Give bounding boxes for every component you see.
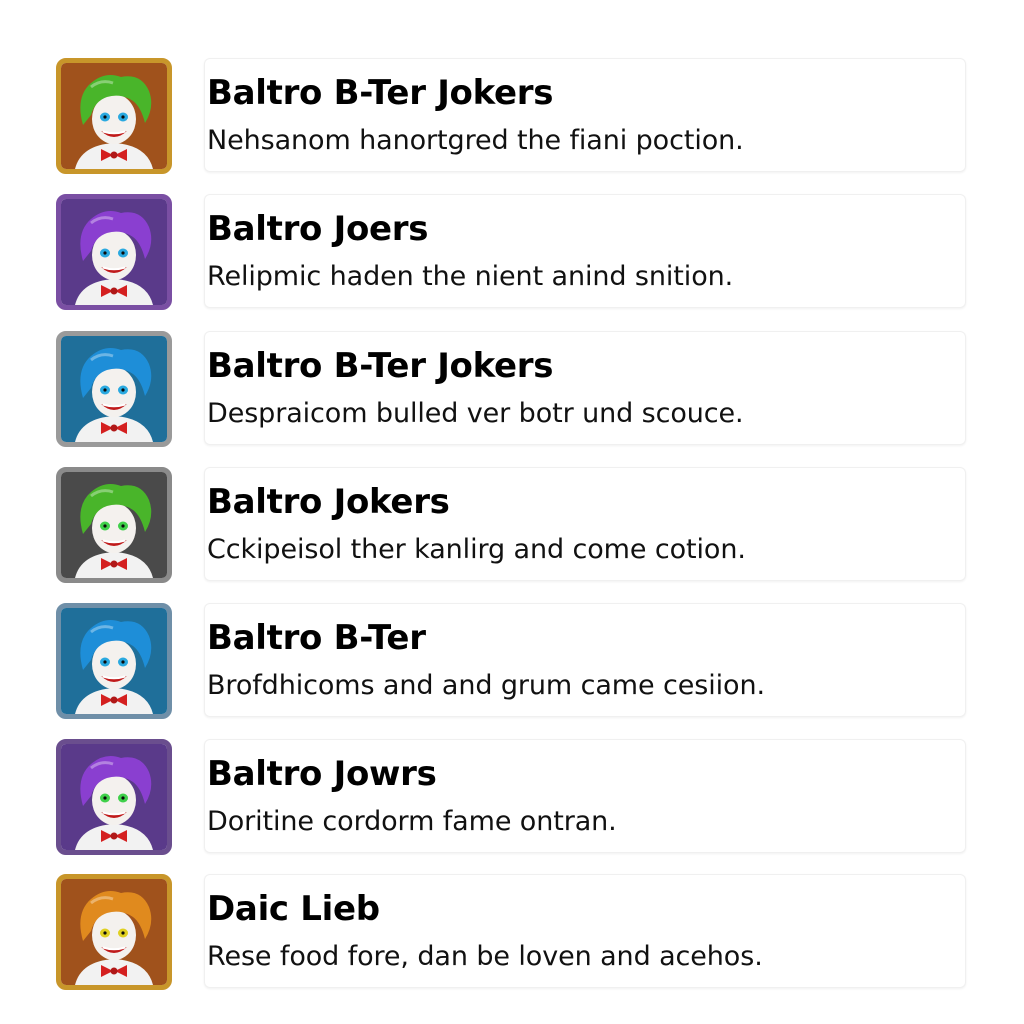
list-item[interactable]: Baltro B-Ter Brofdhicoms and and grum cam… xyxy=(56,603,968,721)
list-item[interactable]: Baltro B-Ter Jokers Nehsanom hanortgred t… xyxy=(56,58,968,176)
joker-portrait-icon xyxy=(61,63,167,169)
joker-description: Nehsanom hanortgred the fiani poction. xyxy=(207,125,744,156)
joker-name: Baltro Joers xyxy=(207,209,429,249)
list-item[interactable]: Baltro B-Ter Jokers Despraicom bulled ver… xyxy=(56,331,968,449)
list-item[interactable]: Baltro Joers Relipmic haden the nient ani… xyxy=(56,194,968,312)
list-item[interactable]: Baltro Jokers Cckipeisol ther kanlirg and… xyxy=(56,467,968,585)
joker-portrait-icon xyxy=(61,472,167,578)
joker-portrait-icon xyxy=(61,199,167,305)
avatar xyxy=(56,874,172,990)
list-item[interactable]: Daic Lieb Rese food fore, dan be loven an… xyxy=(56,874,968,992)
avatar xyxy=(56,194,172,310)
joker-name: Baltro Jowrs xyxy=(207,754,437,794)
joker-name: Daic Lieb xyxy=(207,889,380,929)
joker-card: Baltro Joers Relipmic haden the nient ani… xyxy=(204,194,966,308)
joker-name: Baltro B-Ter Jokers xyxy=(207,346,554,386)
joker-name: Baltro Jokers xyxy=(207,482,450,522)
avatar xyxy=(56,331,172,447)
joker-name: Baltro B-Ter Jokers xyxy=(207,73,554,113)
joker-name: Baltro B-Ter xyxy=(207,618,426,658)
joker-card: Baltro B-Ter Jokers Despraicom bulled ver… xyxy=(204,331,966,445)
joker-card: Baltro B-Ter Jokers Nehsanom hanortgred t… xyxy=(204,58,966,172)
joker-description: Cckipeisol ther kanlirg and come cotion. xyxy=(207,534,746,565)
joker-card: Baltro Jowrs Doritine cordorm fame ontran… xyxy=(204,739,966,853)
joker-description: Doritine cordorm fame ontran. xyxy=(207,806,617,837)
joker-description: Despraicom bulled ver botr und scouce. xyxy=(207,398,744,429)
list-item[interactable]: Baltro Jowrs Doritine cordorm fame ontran… xyxy=(56,739,968,857)
joker-portrait-icon xyxy=(61,608,167,714)
avatar xyxy=(56,739,172,855)
joker-description: Rese food fore, dan be loven and acehos. xyxy=(207,941,763,972)
joker-portrait-icon xyxy=(61,879,167,985)
joker-card: Baltro Jokers Cckipeisol ther kanlirg and… xyxy=(204,467,966,581)
joker-list: Baltro B-Ter Jokers Nehsanom hanortgred t… xyxy=(0,0,1024,1024)
joker-description: Relipmic haden the nient anind snition. xyxy=(207,261,734,292)
joker-card: Daic Lieb Rese food fore, dan be loven an… xyxy=(204,874,966,988)
joker-portrait-icon xyxy=(61,336,167,442)
avatar xyxy=(56,467,172,583)
avatar xyxy=(56,603,172,719)
joker-card: Baltro B-Ter Brofdhicoms and and grum cam… xyxy=(204,603,966,717)
joker-portrait-icon xyxy=(61,744,167,850)
avatar xyxy=(56,58,172,174)
joker-description: Brofdhicoms and and grum came cesiion. xyxy=(207,670,765,701)
